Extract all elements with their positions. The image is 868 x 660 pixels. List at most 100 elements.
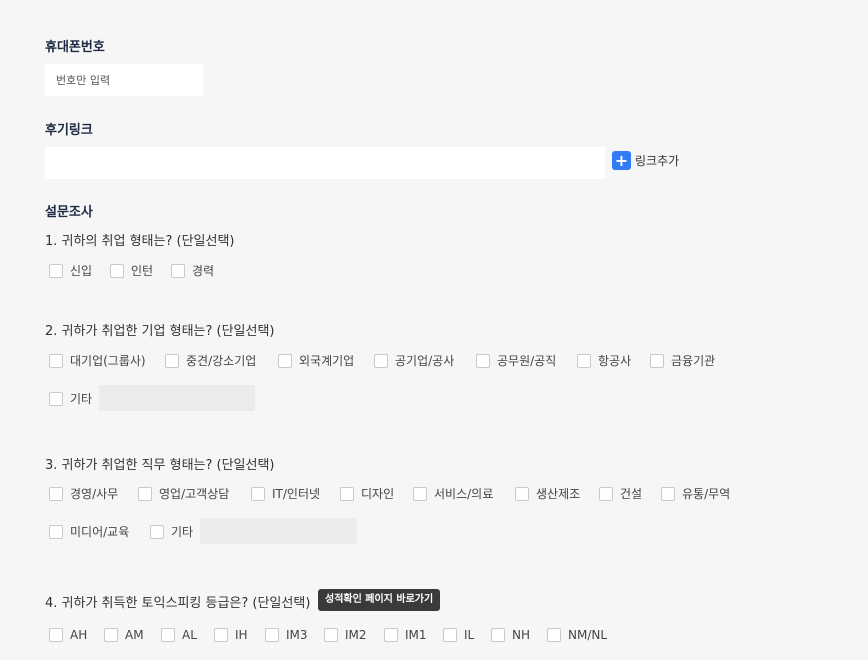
option-label: AM <box>125 628 144 642</box>
q4-option[interactable]: IL <box>443 628 474 642</box>
q2-other-input[interactable] <box>99 385 255 411</box>
q2-option[interactable]: 중견/강소기업 <box>165 352 256 369</box>
checkbox[interactable] <box>49 628 63 642</box>
option-label: 기타 <box>70 392 93 406</box>
checkbox[interactable] <box>150 524 164 539</box>
q2-option-other[interactable]: 기타 <box>49 390 92 407</box>
option-label: 서비스/의료 <box>434 487 494 501</box>
q4-option[interactable]: IM3 <box>265 628 308 642</box>
checkbox[interactable] <box>515 486 529 501</box>
option-label: 중견/강소기업 <box>186 354 257 368</box>
q1-option[interactable]: 경력 <box>171 262 214 279</box>
checkbox[interactable] <box>251 486 265 501</box>
option-label: 인턴 <box>131 264 154 278</box>
checkbox[interactable] <box>476 353 490 368</box>
checkbox[interactable] <box>413 486 427 501</box>
checkbox[interactable] <box>599 486 613 501</box>
survey-title: 설문조사 <box>45 205 93 220</box>
checkbox[interactable] <box>547 628 561 642</box>
q3-option[interactable]: 생산제조 <box>515 485 580 502</box>
checkbox[interactable] <box>161 628 175 642</box>
q4-option[interactable]: AM <box>104 628 144 642</box>
option-label: IM1 <box>405 628 427 642</box>
checkbox[interactable] <box>650 353 664 368</box>
q3-option[interactable]: 미디어/교육 <box>49 523 129 540</box>
option-label: NM/NL <box>568 628 608 642</box>
checkbox[interactable] <box>49 353 63 368</box>
q3-option[interactable]: 디자인 <box>340 485 394 502</box>
q2-option[interactable]: 공기업/공사 <box>374 352 454 369</box>
q4-option[interactable]: NM/NL <box>547 628 607 642</box>
checkbox[interactable] <box>110 263 124 278</box>
q4-option[interactable]: NH <box>491 628 530 642</box>
q1-option[interactable]: 신입 <box>49 262 92 279</box>
checkbox[interactable] <box>138 486 152 501</box>
option-label: 유통/무역 <box>682 487 731 501</box>
score-check-link-button[interactable]: 성적확인 페이지 바로가기 <box>318 589 441 611</box>
q2-option[interactable]: 금융기관 <box>650 352 715 369</box>
option-label: 경력 <box>192 264 215 278</box>
checkbox[interactable] <box>165 353 179 368</box>
checkbox[interactable] <box>49 391 63 406</box>
checkbox[interactable] <box>661 486 675 501</box>
option-label: 외국계기업 <box>299 354 355 368</box>
option-label: IL <box>464 628 475 642</box>
option-label: 공무원/공직 <box>497 354 557 368</box>
checkbox[interactable] <box>49 263 63 278</box>
option-label: IM2 <box>345 628 367 642</box>
q3-option[interactable]: 서비스/의료 <box>413 485 493 502</box>
checkbox[interactable] <box>171 263 185 278</box>
option-label: 공기업/공사 <box>395 354 455 368</box>
add-link-button[interactable]: + 링크추가 <box>612 151 679 170</box>
checkbox[interactable] <box>214 628 228 642</box>
checkbox[interactable] <box>49 486 63 501</box>
option-label: AH <box>70 628 88 642</box>
add-link-label: 링크추가 <box>635 154 680 168</box>
q4-option[interactable]: IH <box>214 628 248 642</box>
q1-option[interactable]: 인턴 <box>110 262 153 279</box>
option-label: 신입 <box>70 264 93 278</box>
q3-option[interactable]: 영업/고객상담 <box>138 485 229 502</box>
q4-title: 4. 귀하가 취득한 토익스피킹 등급은? (단일선택) <box>45 596 311 611</box>
q3-option-other[interactable]: 기타 <box>150 523 193 540</box>
q2-title: 2. 귀하가 취업한 기업 형태는? (단일선택) <box>45 324 275 339</box>
plus-icon: + <box>612 151 631 170</box>
checkbox[interactable] <box>278 353 292 368</box>
option-label: NH <box>512 628 530 642</box>
q2-option[interactable]: 대기업(그룹사) <box>49 352 146 369</box>
review-link-label: 후기링크 <box>45 123 93 138</box>
q4-option[interactable]: AH <box>49 628 87 642</box>
checkbox[interactable] <box>265 628 279 642</box>
q2-option[interactable]: 외국계기업 <box>278 352 354 369</box>
q4-option[interactable]: AL <box>161 628 197 642</box>
checkbox[interactable] <box>384 628 398 642</box>
phone-input[interactable] <box>45 64 203 96</box>
q4-option[interactable]: IM2 <box>324 628 367 642</box>
checkbox[interactable] <box>374 353 388 368</box>
option-label: IT/인터넷 <box>272 487 321 501</box>
q4-option[interactable]: IM1 <box>384 628 427 642</box>
q3-option[interactable]: IT/인터넷 <box>251 485 320 502</box>
checkbox[interactable] <box>324 628 338 642</box>
checkbox[interactable] <box>577 353 591 368</box>
q3-other-input[interactable] <box>200 518 357 544</box>
checkbox[interactable] <box>340 486 354 501</box>
phone-label: 휴대폰번호 <box>45 40 105 55</box>
option-label: 미디어/교육 <box>70 525 130 539</box>
checkbox[interactable] <box>443 628 457 642</box>
option-label: 대기업(그룹사) <box>70 354 146 368</box>
q2-option[interactable]: 공무원/공직 <box>476 352 556 369</box>
checkbox[interactable] <box>491 628 505 642</box>
q3-option[interactable]: 경영/사무 <box>49 485 118 502</box>
option-label: 금융기관 <box>671 354 716 368</box>
q3-option[interactable]: 건설 <box>599 485 642 502</box>
checkbox[interactable] <box>49 524 63 539</box>
option-label: 기타 <box>171 525 194 539</box>
option-label: IM3 <box>286 628 308 642</box>
q3-title: 3. 귀하가 취업한 직무 형태는? (단일선택) <box>45 458 275 473</box>
q2-option[interactable]: 항공사 <box>577 352 631 369</box>
checkbox[interactable] <box>104 628 118 642</box>
option-label: 생산제조 <box>536 487 581 501</box>
review-link-input[interactable] <box>45 147 605 179</box>
q3-option[interactable]: 유통/무역 <box>661 485 730 502</box>
